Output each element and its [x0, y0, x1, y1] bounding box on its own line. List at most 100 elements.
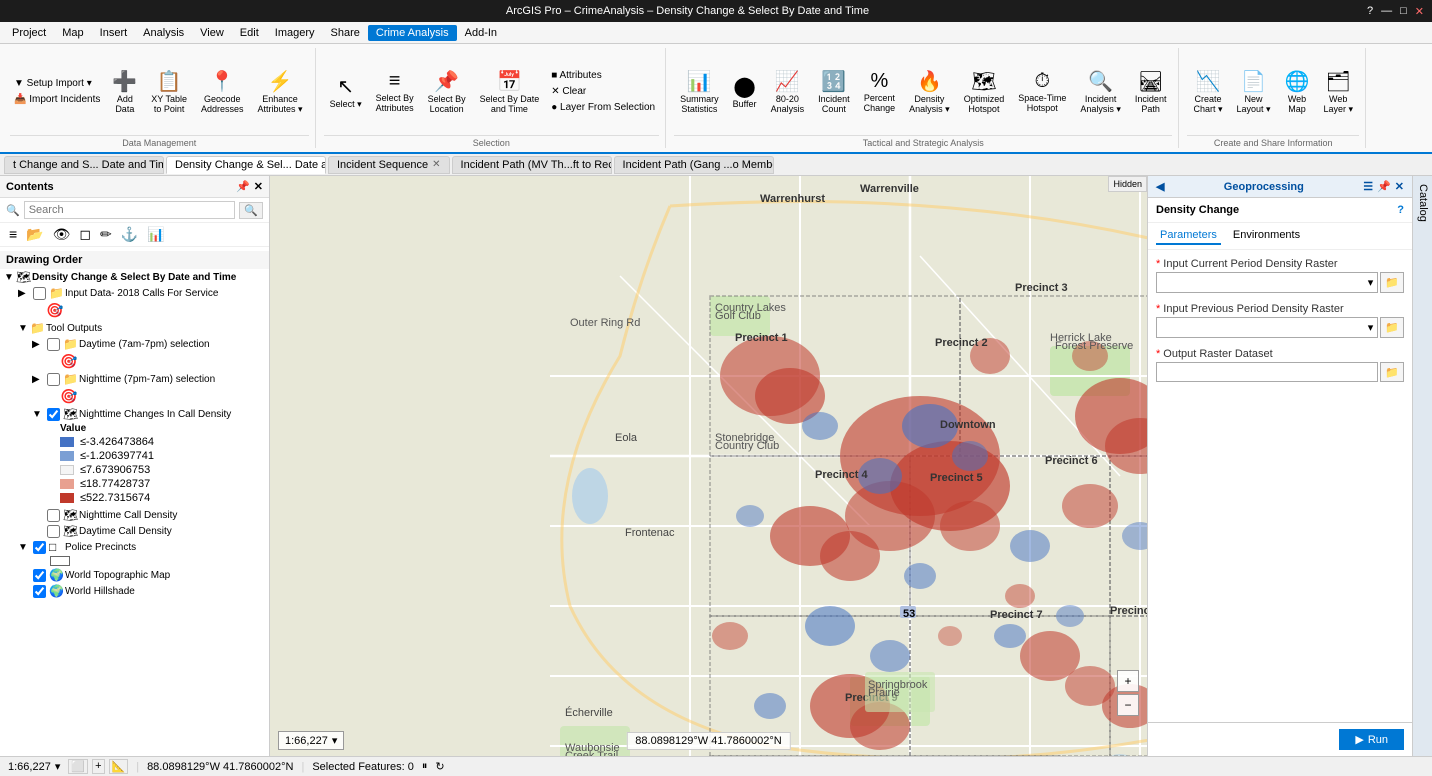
check-precincts[interactable] — [33, 541, 46, 554]
select-by-loc-btn[interactable]: 📌 Select ByLocation — [422, 66, 472, 117]
density-analysis-btn[interactable]: 🔥 DensityAnalysis ▾ — [903, 66, 956, 118]
geo-browse-btn-1[interactable]: 📁 — [1380, 272, 1404, 293]
toolbar-icon-2[interactable]: 📂 — [23, 225, 46, 244]
tab-close-3[interactable]: ✕ — [432, 159, 440, 170]
status-pause-icon[interactable]: ⏸ — [422, 760, 428, 773]
layer-from-sel-btn[interactable]: ● Layer From Selection — [547, 100, 659, 115]
expand-nightchanges[interactable]: ▼ — [32, 409, 44, 420]
menu-insert[interactable]: Insert — [92, 25, 136, 41]
space-time-btn[interactable]: ⏱ Space-TimeHotspot — [1012, 67, 1072, 116]
layer-nighttime-changes[interactable]: ▼ 🗺 Nighttime Changes In Call Density — [0, 406, 269, 422]
scale-dropdown[interactable]: 1:66,227 ▾ — [278, 731, 344, 750]
incident-analysis-btn[interactable]: 🔍 IncidentAnalysis ▾ — [1074, 66, 1127, 118]
incident-count-btn[interactable]: 🔢 IncidentCount — [812, 66, 856, 117]
geo-browse-btn-2[interactable]: 📁 — [1380, 317, 1404, 338]
check-nightchanges[interactable] — [47, 408, 60, 421]
create-chart-btn[interactable]: 📉 CreateChart ▾ — [1187, 66, 1228, 118]
menu-edit[interactable]: Edit — [232, 25, 267, 41]
select-btn[interactable]: ↖ Select ▾ — [324, 71, 368, 113]
setup-import-btn[interactable]: ▼ Setup Import ▾ — [10, 76, 104, 91]
help-btn[interactable]: ? — [1367, 5, 1373, 18]
layer-world-hillshade[interactable]: 🌍 World Hillshade — [0, 583, 269, 599]
geo-back-icon[interactable]: ◀ — [1156, 180, 1164, 193]
catalog-side-tab[interactable]: Catalog — [1412, 176, 1432, 756]
geo-browse-btn-3[interactable]: 📁 — [1380, 362, 1404, 382]
geo-tab-parameters[interactable]: Parameters — [1156, 227, 1221, 245]
doc-tab-1[interactable]: t Change and S... Date and Time ✕ — [4, 156, 164, 174]
expand-tool[interactable]: ▼ — [18, 323, 30, 334]
layer-world-topo[interactable]: 🌍 World Topographic Map — [0, 567, 269, 583]
doc-tab-2[interactable]: Density Change & Sel... Date and Time ✕ — [166, 156, 326, 174]
geo-pin-icon[interactable]: 📌 — [1377, 180, 1391, 193]
toolbar-icon-6[interactable]: ⚓ — [118, 225, 141, 244]
menu-addin[interactable]: Add-In — [457, 25, 505, 41]
doc-tab-5[interactable]: Incident Path (Gang ...o Member Homes) ✕ — [614, 156, 774, 174]
expand-input[interactable]: ▶ — [18, 288, 30, 299]
layer-root[interactable]: ▼ 🗺 Density Change & Select By Date and … — [0, 269, 269, 285]
check-nighttime[interactable] — [47, 373, 60, 386]
status-refresh-icon[interactable]: ↻ — [435, 760, 444, 773]
check-input-data[interactable] — [33, 287, 46, 300]
toolbar-icon-4[interactable]: ◻ — [76, 225, 94, 244]
geo-help-icon[interactable]: ? — [1397, 204, 1404, 216]
toolbar-icon-7[interactable]: 📊 — [144, 225, 167, 244]
expand-night[interactable]: ▶ — [32, 374, 44, 385]
close-btn[interactable]: ✕ — [1415, 5, 1424, 18]
incident-path-btn[interactable]: 🛤 IncidentPath — [1129, 66, 1173, 117]
xy-table-btn[interactable]: 📋 XY Tableto Point — [145, 66, 193, 117]
menu-map[interactable]: Map — [54, 25, 91, 41]
doc-tab-3[interactable]: Incident Sequence ✕ — [328, 156, 450, 174]
select-by-attr-btn[interactable]: ≡ Select ByAttributes — [370, 67, 420, 116]
web-layer-btn[interactable]: 🗂 WebLayer ▾ — [1317, 66, 1359, 118]
menu-analysis[interactable]: Analysis — [135, 25, 192, 41]
menu-share[interactable]: Share — [323, 25, 368, 41]
contents-close-icon[interactable]: ✕ — [254, 180, 263, 193]
new-layout-btn[interactable]: 📄 NewLayout ▾ — [1230, 66, 1276, 118]
contents-search-input[interactable] — [24, 201, 236, 219]
import-incidents-btn[interactable]: 📥 Import Incidents — [10, 92, 104, 107]
clear-btn[interactable]: ✕ Clear — [547, 84, 659, 99]
menu-imagery[interactable]: Imagery — [267, 25, 323, 41]
geo-close-icon[interactable]: ✕ — [1395, 180, 1404, 193]
layer-daytime-call[interactable]: 🗺 Daytime Call Density — [0, 523, 269, 539]
map-extent-icon[interactable]: ⬜ — [68, 759, 88, 774]
percent-change-btn[interactable]: % PercentChange — [858, 67, 902, 116]
select-by-date-btn[interactable]: 📅 Select By Dateand Time — [474, 66, 546, 117]
geo-tab-environments[interactable]: Environments — [1229, 227, 1304, 245]
map-zoom-icon[interactable]: + — [92, 759, 104, 774]
summary-stats-btn[interactable]: 📊 SummaryStatistics — [674, 66, 725, 117]
map-area[interactable]: Warrenhurst Warrenville Lisle Outer Ring… — [270, 176, 1147, 756]
scale-dropdown-icon[interactable]: ▾ — [332, 734, 338, 747]
check-hillshade[interactable] — [33, 585, 46, 598]
check-daytime[interactable] — [47, 338, 60, 351]
enhance-attrs-btn[interactable]: ⚡ EnhanceAttributes ▾ — [252, 66, 309, 118]
80-20-btn[interactable]: 📈 80-20Analysis — [765, 66, 811, 117]
toolbar-icon-5[interactable]: ✏ — [97, 225, 115, 244]
layer-daytime-sel[interactable]: ▶ 📁 Daytime (7am-7pm) selection — [0, 336, 269, 352]
geo-select-previous[interactable]: ▾ — [1156, 317, 1378, 338]
geo-menu-icon[interactable]: ☰ — [1363, 180, 1373, 193]
search-submit-icon[interactable]: 🔍 — [239, 202, 263, 219]
add-data-btn[interactable]: ➕ AddData — [106, 66, 143, 117]
menu-project[interactable]: Project — [4, 25, 54, 41]
optimized-hotspot-btn[interactable]: 🗺 OptimizedHotspot — [958, 66, 1011, 117]
layer-nighttime-call[interactable]: 🗺 Nighttime Call Density — [0, 507, 269, 523]
expand-root[interactable]: ▼ — [4, 272, 16, 283]
menu-view[interactable]: View — [192, 25, 232, 41]
check-worldtopo[interactable] — [33, 569, 46, 582]
map-coord-icon[interactable]: 📐 — [109, 759, 129, 774]
geocode-btn[interactable]: 📍 GeocodeAddresses — [195, 66, 250, 117]
expand-precincts[interactable]: ▼ — [18, 542, 30, 553]
zoom-out-btn[interactable]: − — [1117, 694, 1139, 716]
check-nightcall[interactable] — [47, 509, 60, 522]
toolbar-icon-3[interactable]: 👁 — [50, 225, 74, 244]
zoom-in-btn[interactable]: + — [1117, 670, 1139, 692]
geo-select-current[interactable]: ▾ — [1156, 272, 1378, 293]
web-map-btn[interactable]: 🌐 WebMap — [1279, 66, 1316, 117]
attributes-btn[interactable]: ■ Attributes — [547, 68, 659, 83]
scale-dropdown-arrow[interactable]: ▾ — [55, 760, 61, 773]
maximize-btn[interactable]: □ — [1400, 5, 1407, 18]
menu-crime-analysis[interactable]: Crime Analysis — [368, 25, 457, 41]
layer-police-precincts[interactable]: ▼ □ Police Precincts — [0, 539, 269, 555]
geo-input-output[interactable] — [1156, 362, 1378, 382]
